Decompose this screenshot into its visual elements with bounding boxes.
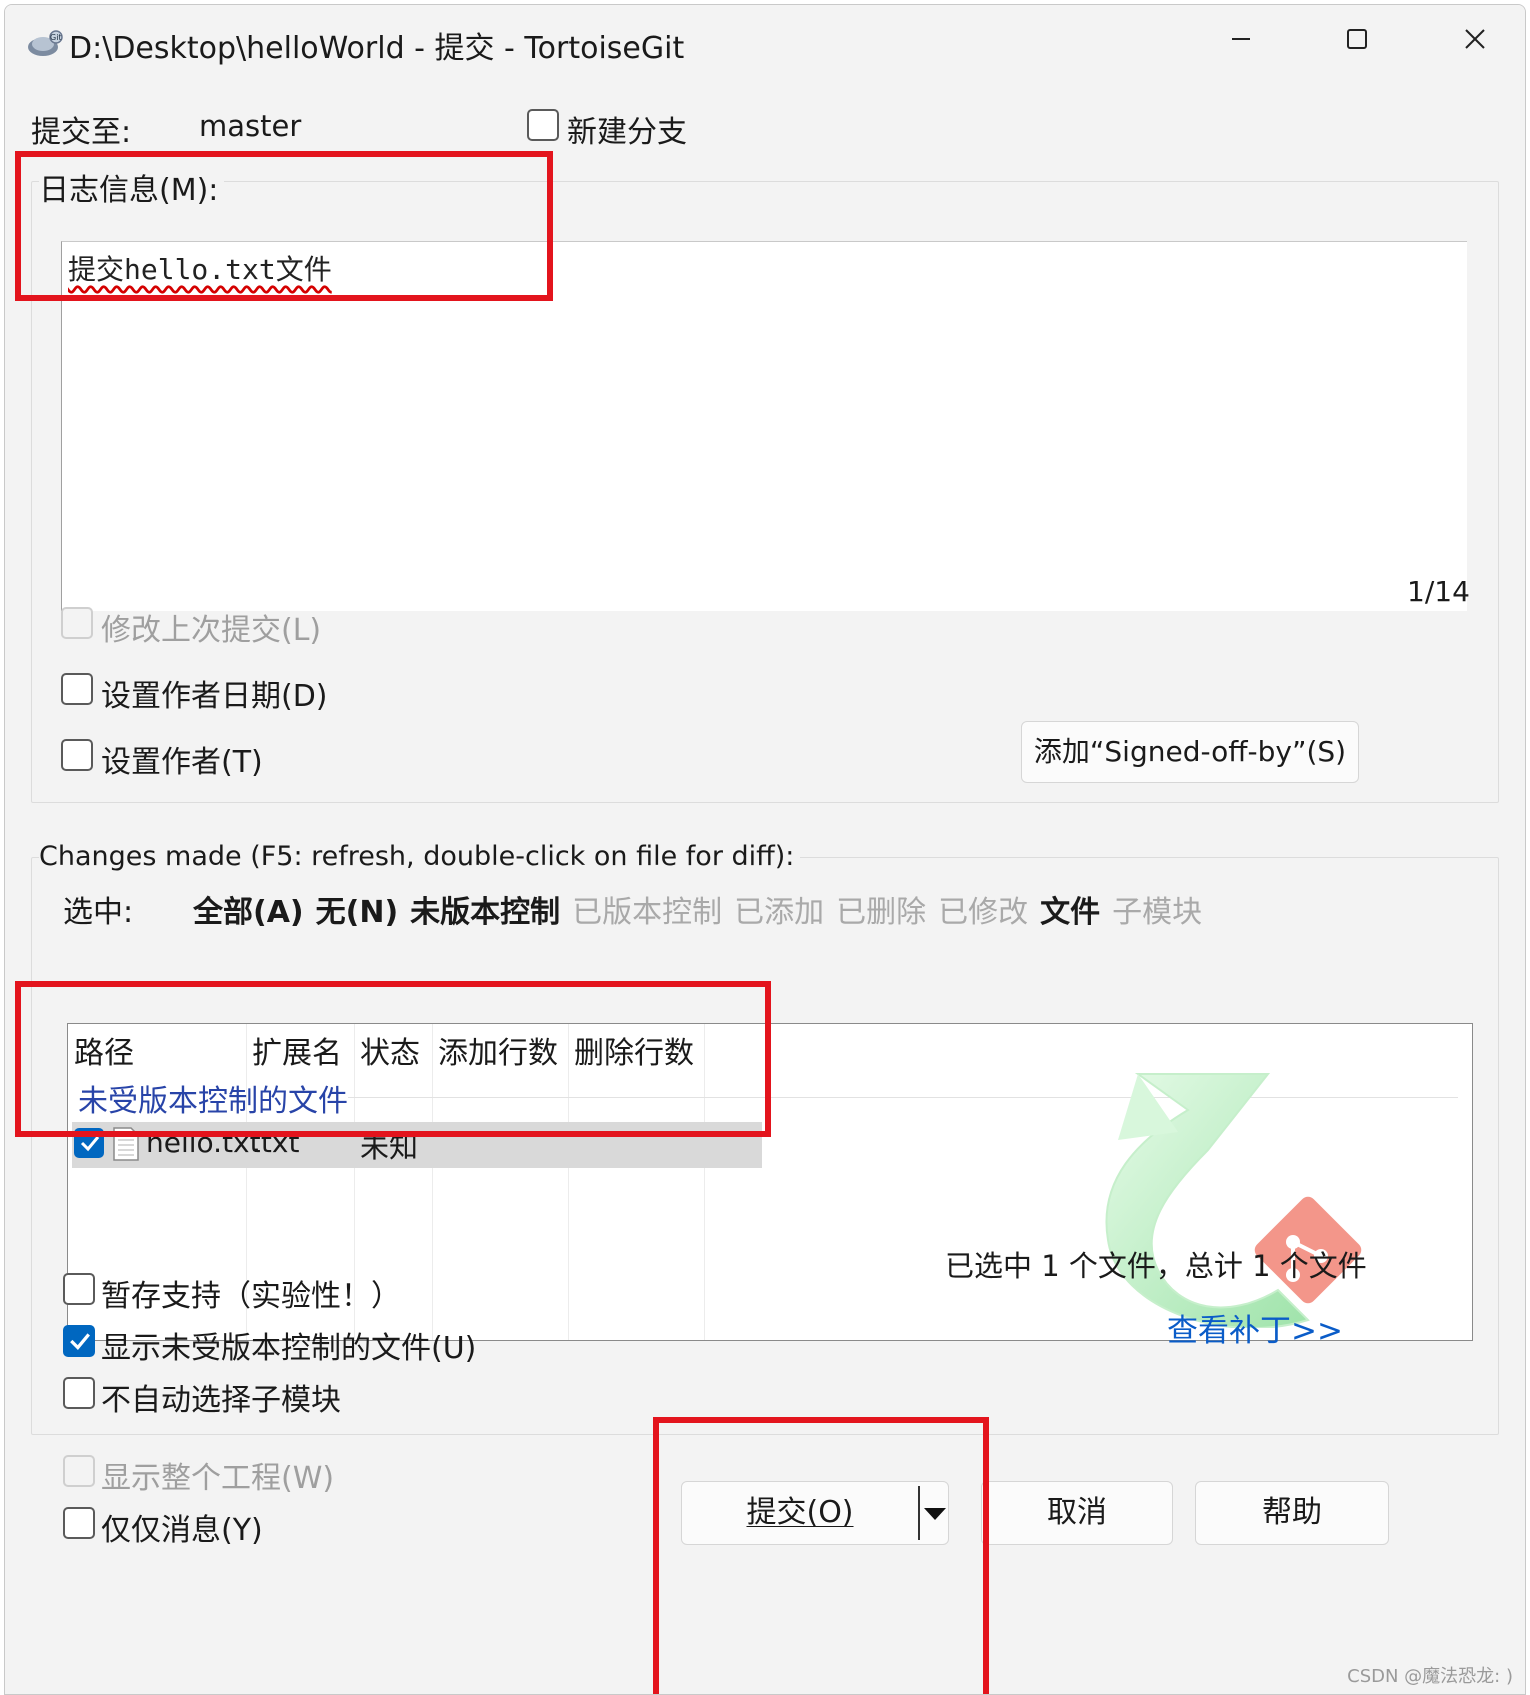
view-patch-link[interactable]: 查看补丁>>	[1167, 1305, 1343, 1350]
column-header-added-lines[interactable]: 添加行数	[432, 1024, 568, 1082]
stash-support-label: 暂存支持（实验性！）	[101, 1279, 401, 1314]
set-author-date-label: 设置作者日期(D)	[101, 679, 328, 714]
close-icon	[1465, 29, 1485, 49]
text-file-icon	[113, 1127, 139, 1161]
file-status: 未知	[360, 1130, 419, 1164]
signed-off-by-button[interactable]: 添加“Signed-off-by”(S)	[1021, 721, 1359, 783]
select-label: 选中:	[63, 895, 134, 930]
filter-all[interactable]: 全部(A)	[193, 887, 304, 931]
set-author-label: 设置作者(T)	[101, 745, 263, 780]
commit-message-text: 提交hello.txt文件	[68, 253, 332, 286]
set-author-date-checkbox[interactable]	[61, 673, 93, 705]
minimize-button[interactable]	[1211, 17, 1271, 67]
commit-split-button: 提交(O)	[681, 1481, 949, 1545]
filter-unversioned[interactable]: 未版本控制	[410, 887, 560, 931]
title-bar: Git D:\Desktop\helloWorld - 提交 - Tortois…	[5, 5, 1525, 81]
filter-files[interactable]: 文件	[1040, 887, 1100, 931]
maximize-button[interactable]	[1327, 17, 1387, 67]
commit-to-label: 提交至:	[31, 115, 132, 150]
column-separator	[704, 1024, 705, 1340]
file-extension: .txt	[252, 1126, 300, 1159]
changes-group-label: Changes made (F5: refresh, double-click …	[39, 841, 801, 872]
message-position: 1/14	[1407, 575, 1470, 608]
minimize-icon	[1232, 38, 1250, 40]
stash-support-checkbox[interactable]	[63, 1273, 95, 1305]
column-header-extension[interactable]: 扩展名	[246, 1024, 354, 1082]
commit-button[interactable]: 提交(O)	[682, 1482, 918, 1544]
close-button[interactable]	[1445, 17, 1505, 67]
commit-dropdown-button[interactable]	[920, 1482, 948, 1544]
column-header-status[interactable]: 状态	[354, 1024, 432, 1082]
amend-checkbox[interactable]	[61, 607, 93, 639]
set-author-checkbox[interactable]	[61, 739, 93, 771]
show-whole-project-label: 显示整个工程(W)	[101, 1461, 335, 1496]
maximize-icon	[1347, 29, 1367, 49]
table-row[interactable]: hello.txt .txt 未知	[72, 1122, 762, 1168]
checkmark-icon	[70, 1333, 90, 1350]
filter-none[interactable]: 无(N)	[316, 887, 399, 931]
message-only-checkbox[interactable]	[63, 1507, 95, 1539]
file-checkbox[interactable]	[74, 1128, 104, 1158]
help-button[interactable]: 帮助	[1195, 1481, 1389, 1545]
show-unversioned-checkbox[interactable]	[63, 1325, 95, 1357]
column-header-deleted-lines[interactable]: 删除行数	[568, 1024, 704, 1082]
dropdown-arrow-icon	[924, 1508, 946, 1520]
show-unversioned-label: 显示未受版本控制的文件(U)	[101, 1331, 477, 1366]
file-path: hello.txt	[146, 1126, 261, 1159]
new-branch-checkbox[interactable]	[527, 109, 559, 141]
amend-label: 修改上次提交(L)	[101, 613, 322, 648]
commit-dialog: Git D:\Desktop\helloWorld - 提交 - Tortois…	[4, 4, 1526, 1695]
svg-text:Git: Git	[50, 33, 62, 42]
window-title: D:\Desktop\helloWorld - 提交 - TortoiseGit	[69, 31, 685, 66]
branch-name: master	[199, 109, 302, 143]
show-whole-project-checkbox[interactable]	[63, 1455, 95, 1487]
filter-modified[interactable]: 已修改	[938, 887, 1028, 931]
annotation-box-commit-button	[653, 1417, 989, 1694]
no-autoselect-submodules-checkbox[interactable]	[63, 1377, 95, 1409]
no-autoselect-submodules-label: 不自动选择子模块	[101, 1383, 341, 1418]
column-header-path[interactable]: 路径	[68, 1024, 246, 1082]
filter-deleted[interactable]: 已删除	[836, 887, 926, 931]
csdn-watermark: CSDN @魔法恐龙: )	[1347, 1666, 1513, 1687]
filter-bar: 全部(A) 无(N) 未版本控制 已版本控制 已添加 已删除 已修改 文件 子模…	[193, 887, 1202, 931]
new-branch-label: 新建分支	[567, 115, 687, 150]
message-group-label: 日志信息(M):	[39, 165, 225, 209]
selection-summary: 已选中 1 个文件，总计 1 个文件	[945, 1249, 1367, 1283]
tortoisegit-logo-icon	[1105, 1073, 1362, 1328]
commit-message-input[interactable]: 提交hello.txt文件	[61, 241, 1467, 611]
filter-versioned[interactable]: 已版本控制	[572, 887, 722, 931]
cancel-button[interactable]: 取消	[981, 1481, 1173, 1545]
filter-added[interactable]: 已添加	[734, 887, 824, 931]
checkmark-icon	[80, 1136, 100, 1152]
tortoisegit-app-icon: Git	[28, 30, 63, 56]
group-header-unversioned: 未受版本控制的文件	[78, 1084, 348, 1119]
message-only-label: 仅仅消息(Y)	[101, 1513, 263, 1548]
filter-submodules[interactable]: 子模块	[1112, 887, 1202, 931]
